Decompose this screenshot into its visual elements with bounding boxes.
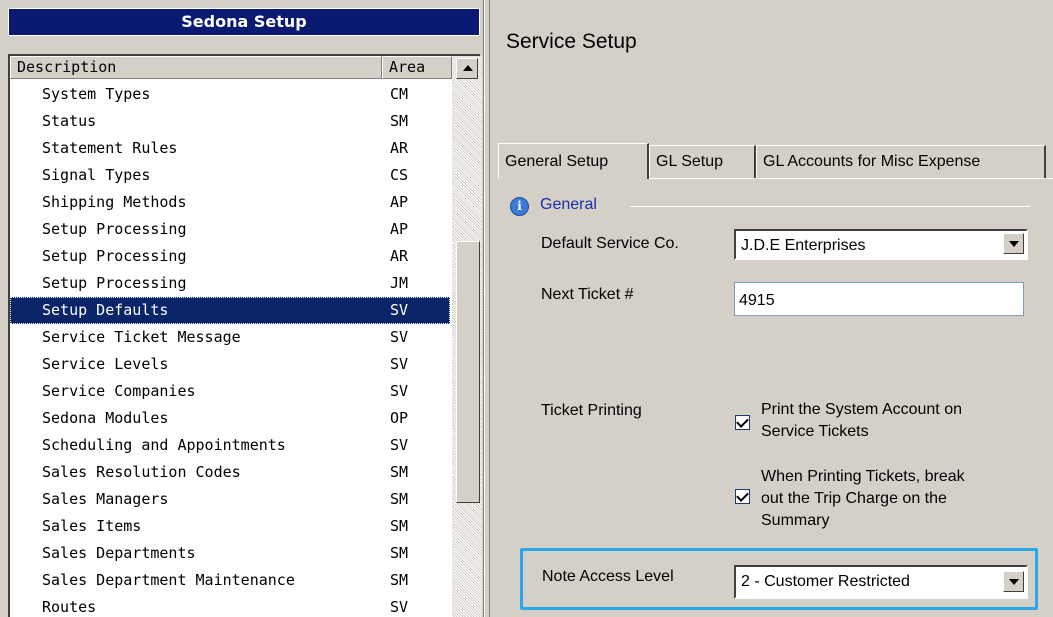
list-item[interactable]: Setup Processing JM <box>10 270 450 297</box>
list-item-description: System Types <box>42 85 151 103</box>
column-header-area[interactable]: Area <box>382 56 452 79</box>
list-rows: System Types CM Status SM Statement Rules AR S… <box>10 81 450 617</box>
list-item-area: SV <box>390 328 409 346</box>
list-item-area: SV <box>390 355 409 373</box>
list-header: Description Area <box>10 56 458 79</box>
list-item-area: SV <box>390 436 409 454</box>
note-access-level-value: 2 - Customer Restricted <box>741 573 910 590</box>
chevron-down-icon[interactable] <box>1003 233 1024 254</box>
list-item-area: SV <box>390 382 409 400</box>
service-setup-panel: Service Setup General Setup GL Setup GL … <box>490 0 1053 617</box>
list-item-area: AP <box>390 193 409 211</box>
sedona-setup-panel: Sedona Setup Description Area System Typ… <box>0 0 484 617</box>
scroll-up-button[interactable] <box>456 58 478 79</box>
list-item-description: Routes <box>42 598 97 616</box>
list-item-description: Shipping Methods <box>42 193 187 211</box>
list-item-area: SV <box>390 301 409 319</box>
tab-gl-accounts-misc-expense[interactable]: GL Accounts for Misc Expense <box>756 145 1046 179</box>
list-item-description: Sales Resolution Codes <box>42 463 241 481</box>
next-ticket-input[interactable]: 4915 <box>734 282 1024 316</box>
list-item-area: AR <box>390 247 409 265</box>
list-item[interactable]: Statement Rules AR <box>10 135 450 162</box>
ticket-printing-label: Ticket Printing <box>541 402 642 419</box>
scroll-thumb[interactable] <box>456 241 480 503</box>
list-item-description: Sales Departments <box>42 544 196 562</box>
break-out-trip-charge-text: When Printing Tickets, break out the Tri… <box>761 468 965 529</box>
list-item[interactable]: Shipping Methods AP <box>10 189 450 216</box>
list-item-area: CS <box>390 166 409 184</box>
list-item[interactable]: Sales Departments SM <box>10 540 450 567</box>
list-item-description: Service Ticket Message <box>42 328 241 346</box>
list-item-description: Statement Rules <box>42 139 178 157</box>
note-access-level-select[interactable]: 2 - Customer Restricted <box>734 565 1028 599</box>
list-item-description: Signal Types <box>42 166 151 184</box>
list-item[interactable]: Sales Managers SM <box>10 486 450 513</box>
list-item[interactable]: Service Companies SV <box>10 378 450 405</box>
print-system-account-checkbox[interactable] <box>735 415 750 430</box>
list-item-description: Setup Processing <box>42 247 187 265</box>
list-item[interactable]: Signal Types CS <box>10 162 450 189</box>
tab-general-setup[interactable]: General Setup <box>498 143 649 179</box>
list-item[interactable]: Setup Processing AP <box>10 216 450 243</box>
list-item-description: Status <box>42 112 97 130</box>
info-icon: i <box>510 197 529 216</box>
default-service-co-label: Default Service Co. <box>541 235 679 252</box>
list-item-description: Sales Items <box>42 517 142 535</box>
section-title-general: General <box>540 196 597 213</box>
list-item[interactable]: Sales Department Maintenance SM <box>10 567 450 594</box>
list-item-description: Sales Managers <box>42 490 169 508</box>
list-item-area: AR <box>390 139 409 157</box>
list-item[interactable]: Sales Items SM <box>10 513 450 540</box>
list-item[interactable]: Sedona Modules OP <box>10 405 450 432</box>
list-item-area: SM <box>390 517 409 535</box>
list-item-description: Service Companies <box>42 382 196 400</box>
list-item-area: SM <box>390 571 409 589</box>
page-title: Service Setup <box>506 30 637 53</box>
list-item-description: Service Levels <box>42 355 169 373</box>
list-item[interactable]: Service Ticket Message SV <box>10 324 450 351</box>
list-item-area: SM <box>390 490 409 508</box>
list-item-description: Sales Department Maintenance <box>42 571 295 589</box>
list-item[interactable]: Setup Defaults SV <box>10 297 450 324</box>
list-item-area: SM <box>390 544 409 562</box>
list-item-description: Setup Processing <box>42 220 187 238</box>
list-item-area: CM <box>390 85 409 103</box>
tab-gl-setup[interactable]: GL Setup <box>649 145 756 179</box>
list-item-area: AP <box>390 220 409 238</box>
setup-list: Description Area System Types CM Status SM S… <box>8 54 482 617</box>
list-item[interactable]: Routes SV <box>10 594 450 617</box>
tab-strip: General Setup GL Setup GL Accounts for M… <box>498 143 1053 179</box>
next-ticket-label: Next Ticket # <box>541 286 634 303</box>
list-item-area: OP <box>390 409 409 427</box>
note-access-level-label: Note Access Level <box>542 568 674 585</box>
default-service-co-value: J.D.E Enterprises <box>741 237 866 254</box>
list-item-description: Scheduling and Appointments <box>42 436 286 454</box>
column-header-description[interactable]: Description <box>10 56 382 79</box>
print-system-account-text: Print the System Account on Service Tick… <box>761 401 962 440</box>
list-item-description: Sedona Modules <box>42 409 169 427</box>
break-out-trip-charge-checkbox[interactable] <box>735 489 750 504</box>
list-item-description: Setup Processing <box>42 274 187 292</box>
list-item-area: JM <box>390 274 409 292</box>
list-item[interactable]: Service Levels SV <box>10 351 450 378</box>
list-item[interactable]: Sales Resolution Codes SM <box>10 459 450 486</box>
list-item[interactable]: Scheduling and Appointments SV <box>10 432 450 459</box>
chevron-down-icon[interactable] <box>1003 571 1024 592</box>
list-item-area: SV <box>390 598 409 616</box>
list-item[interactable]: System Types CM <box>10 81 450 108</box>
section-divider <box>630 206 1030 207</box>
list-item-area: SM <box>390 112 409 130</box>
sedona-setup-title: Sedona Setup <box>8 8 480 36</box>
list-item-area: SM <box>390 463 409 481</box>
default-service-co-select[interactable]: J.D.E Enterprises <box>734 229 1028 260</box>
list-item-description: Setup Defaults <box>42 301 169 319</box>
vertical-scrollbar[interactable] <box>452 56 482 617</box>
list-item[interactable]: Setup Processing AR <box>10 243 450 270</box>
list-item[interactable]: Status SM <box>10 108 450 135</box>
